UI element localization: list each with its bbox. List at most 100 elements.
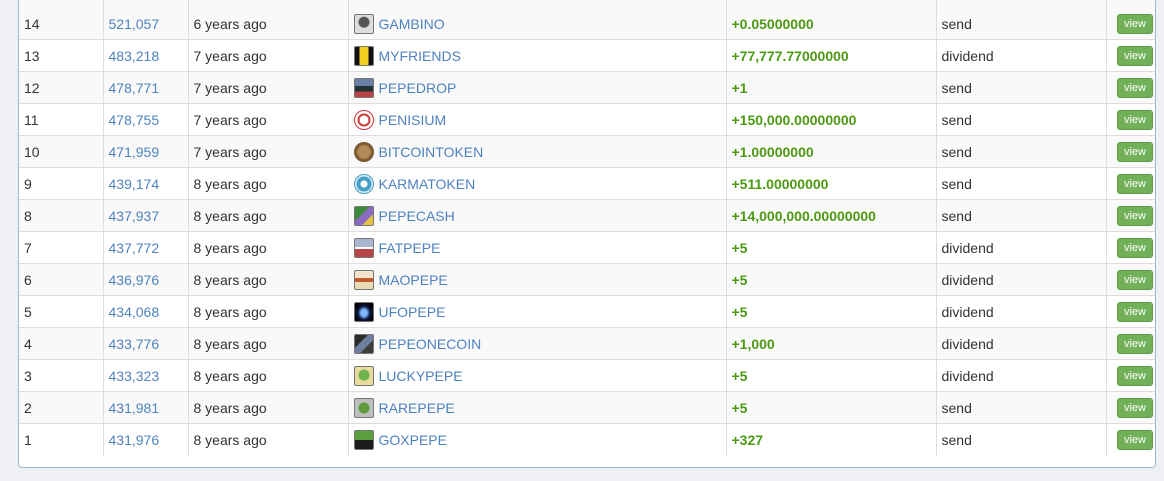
view-button[interactable]: view	[1116, 333, 1153, 354]
asset-cell: MYFRIENDS	[348, 39, 727, 72]
action-cell: view	[1106, 0, 1155, 40]
view-button[interactable]: view	[1116, 45, 1153, 66]
view-button[interactable]: view	[1116, 173, 1153, 194]
view-button[interactable]: view	[1116, 269, 1153, 290]
block-link[interactable]: 478,771	[109, 80, 160, 96]
block-link[interactable]: 434,068	[109, 304, 160, 320]
quantity-value: +5	[731, 239, 748, 256]
type: dividend	[936, 39, 1107, 72]
rarepepe-icon	[353, 397, 374, 418]
block-cell: 478,755	[103, 103, 189, 136]
row-index: 9	[19, 167, 104, 200]
asset-link[interactable]: MAOPEPE	[379, 272, 448, 288]
asset-cell: GAMBINO	[348, 0, 727, 40]
view-button[interactable]: view	[1116, 301, 1153, 322]
view-button[interactable]: view	[1116, 429, 1153, 450]
asset-link[interactable]: PENISIUM	[379, 112, 447, 128]
view-button[interactable]: view	[1116, 237, 1153, 258]
row-index: 10	[19, 135, 104, 168]
row-index: 6	[19, 263, 104, 296]
asset-link[interactable]: MYFRIENDS	[379, 48, 461, 64]
table-row: 6 436,976 8 years ago MAOPEPE +5 dividen…	[19, 263, 1155, 296]
pepeonecoin-icon	[353, 333, 374, 354]
view-button[interactable]: view	[1116, 109, 1153, 130]
view-button[interactable]: view	[1116, 365, 1153, 386]
row-index: 3	[19, 359, 104, 392]
block-link[interactable]: 478,755	[109, 112, 160, 128]
table-row: 12 478,771 7 years ago PEPEDROP +1 send …	[19, 71, 1155, 104]
time-ago: 8 years ago	[188, 263, 349, 296]
history-panel: 14 521,057 6 years ago GAMBINO +0.050000…	[18, 0, 1156, 468]
asset-cell: FATPEPE	[348, 231, 727, 264]
time-ago: 8 years ago	[188, 167, 349, 200]
time-ago: 8 years ago	[188, 199, 349, 232]
action-cell: view	[1106, 359, 1155, 392]
type: send	[936, 199, 1107, 232]
block-cell: 431,981	[103, 391, 189, 424]
goxpepe-icon	[353, 429, 374, 450]
quantity-value: +14,000,000.00000000	[731, 207, 876, 224]
row-index: 4	[19, 327, 104, 360]
bitcointoken-icon	[353, 141, 374, 162]
block-cell: 431,976	[103, 423, 189, 456]
block-link[interactable]: 483,218	[109, 48, 160, 64]
asset-link[interactable]: GAMBINO	[379, 16, 445, 32]
time-ago: 7 years ago	[188, 71, 349, 104]
type: send	[936, 0, 1107, 40]
quantity: +5	[726, 295, 937, 328]
action-cell: view	[1106, 199, 1155, 232]
asset-link[interactable]: UFOPEPE	[379, 304, 446, 320]
type: send	[936, 391, 1107, 424]
quantity-value: +327	[731, 431, 764, 448]
view-button[interactable]: view	[1116, 141, 1153, 162]
view-button[interactable]: view	[1116, 13, 1153, 34]
quantity-value: +511.00000000	[731, 175, 829, 192]
block-link[interactable]: 439,174	[109, 176, 160, 192]
action-cell: view	[1106, 263, 1155, 296]
block-link[interactable]: 431,981	[109, 400, 160, 416]
asset-link[interactable]: BITCOINTOKEN	[379, 144, 484, 160]
block-link[interactable]: 433,776	[109, 336, 160, 352]
table-row: 8 437,937 8 years ago PEPECASH +14,000,0…	[19, 199, 1155, 232]
block-link[interactable]: 437,772	[109, 240, 160, 256]
view-button[interactable]: view	[1116, 205, 1153, 226]
action-cell: view	[1106, 39, 1155, 72]
block-link[interactable]: 521,057	[109, 16, 160, 32]
block-link[interactable]: 437,937	[109, 208, 160, 224]
asset-link[interactable]: KARMATOKEN	[379, 176, 476, 192]
type: dividend	[936, 295, 1107, 328]
quantity-value: +5	[731, 399, 748, 416]
asset-cell: UFOPEPE	[348, 295, 727, 328]
asset-link[interactable]: LUCKYPEPE	[379, 368, 463, 384]
time-ago: 7 years ago	[188, 135, 349, 168]
block-link[interactable]: 433,323	[109, 368, 160, 384]
asset-link[interactable]: RAREPEPE	[379, 400, 455, 416]
block-cell: 436,976	[103, 263, 189, 296]
row-index: 1	[19, 423, 104, 456]
block-cell: 433,323	[103, 359, 189, 392]
quantity-value: +1	[731, 79, 748, 96]
quantity: +5	[726, 391, 937, 424]
quantity: +5	[726, 263, 937, 296]
fatpepe-icon	[353, 237, 374, 258]
asset-cell: PEPEONECOIN	[348, 327, 727, 360]
quantity: +511.00000000	[726, 167, 937, 200]
block-link[interactable]: 436,976	[109, 272, 160, 288]
asset-cell: KARMATOKEN	[348, 167, 727, 200]
type: dividend	[936, 359, 1107, 392]
block-link[interactable]: 431,976	[109, 432, 160, 448]
block-cell: 483,218	[103, 39, 189, 72]
asset-link[interactable]: PEPEONECOIN	[379, 336, 482, 352]
row-index: 13	[19, 39, 104, 72]
row-index: 2	[19, 391, 104, 424]
view-button[interactable]: view	[1116, 77, 1153, 98]
asset-link[interactable]: GOXPEPE	[379, 432, 447, 448]
block-cell: 521,057	[103, 0, 189, 40]
block-link[interactable]: 471,959	[109, 144, 160, 160]
asset-link[interactable]: PEPEDROP	[379, 80, 457, 96]
asset-cell: MAOPEPE	[348, 263, 727, 296]
view-button[interactable]: view	[1116, 397, 1153, 418]
asset-link[interactable]: PEPECASH	[379, 208, 455, 224]
asset-link[interactable]: FATPEPE	[379, 240, 441, 256]
action-cell: view	[1106, 327, 1155, 360]
